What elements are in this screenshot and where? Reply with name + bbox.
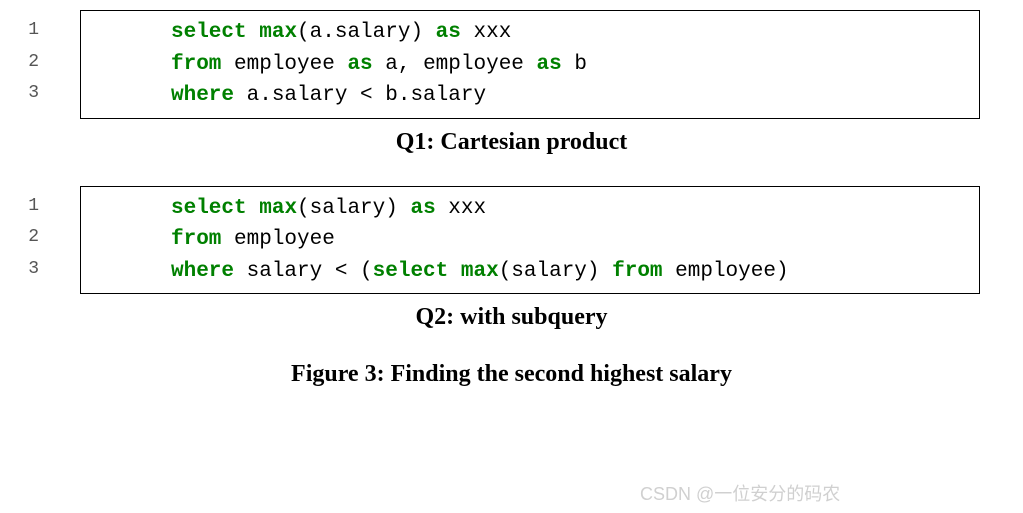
watermark: CSDN @一位安分的码农	[640, 480, 840, 506]
q2-line-1: 1 select max(salary) as xxx	[93, 193, 967, 225]
line-number: 2	[19, 224, 39, 251]
q1-line-3: 3 where a.salary < b.salary	[93, 80, 967, 112]
q2-caption: Q2: with subquery	[20, 304, 1003, 331]
code-text: from employee as a, employee as b	[93, 49, 587, 81]
code-text: where a.salary < b.salary	[93, 80, 486, 112]
line-number: 2	[19, 49, 39, 76]
code-block-q2: 1 select max(salary) as xxx 2 from emplo…	[80, 186, 980, 295]
code-text: select max(salary) as xxx	[93, 193, 486, 225]
code-text: where salary < (select max(salary) from …	[93, 256, 789, 288]
q1-line-1: 1 select max(a.salary) as xxx	[93, 17, 967, 49]
figure-caption: Figure 3: Finding the second highest sal…	[20, 361, 1003, 388]
line-number: 1	[19, 193, 39, 220]
line-number: 3	[19, 80, 39, 107]
q1-caption: Q1: Cartesian product	[20, 129, 1003, 156]
q1-line-2: 2 from employee as a, employee as b	[93, 49, 967, 81]
line-number: 3	[19, 256, 39, 283]
code-text: from employee	[93, 224, 335, 256]
code-block-q1: 1 select max(a.salary) as xxx 2 from emp…	[80, 10, 980, 119]
q2-line-3: 3 where salary < (select max(salary) fro…	[93, 256, 967, 288]
code-text: select max(a.salary) as xxx	[93, 17, 511, 49]
line-number: 1	[19, 17, 39, 44]
q2-line-2: 2 from employee	[93, 224, 967, 256]
